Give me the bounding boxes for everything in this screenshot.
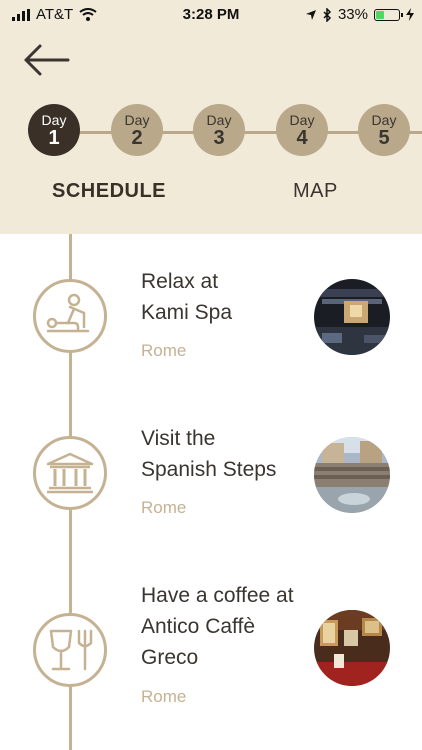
day-5-button[interactable]: Day 5 — [358, 104, 410, 156]
status-bar: AT&T 3:28 PM 33% — [0, 0, 422, 32]
tab-schedule[interactable]: SCHEDULE — [52, 180, 166, 203]
massage-icon — [33, 279, 107, 353]
item-title[interactable]: Have a coffee at Antico Caffè Greco — [141, 580, 294, 673]
spanish-steps-thumbnail[interactable] — [314, 437, 390, 513]
item-title[interactable]: Relax at Kami Spa — [141, 266, 232, 328]
item-location: Rome — [141, 341, 187, 360]
day-4-button[interactable]: Day 4 — [276, 104, 328, 156]
day-1-button[interactable]: Day 1 — [28, 104, 80, 156]
antico-caffe-greco-thumbnail[interactable] — [314, 610, 390, 686]
day-3-button[interactable]: Day 3 — [193, 104, 245, 156]
item-title[interactable]: Visit the Spanish Steps — [141, 423, 276, 485]
battery-icon — [374, 8, 403, 21]
item-location: Rome — [141, 687, 187, 706]
kami-spa-thumbnail[interactable] — [314, 279, 390, 355]
day-2-button[interactable]: Day 2 — [111, 104, 163, 156]
tab-map[interactable]: MAP — [293, 180, 338, 203]
item-location: Rome — [141, 498, 187, 517]
bluetooth-icon — [323, 7, 332, 22]
dining-icon — [33, 613, 107, 687]
charging-icon — [406, 8, 414, 21]
monument-icon — [33, 436, 107, 510]
location-arrow-icon — [305, 9, 316, 20]
back-button[interactable] — [22, 42, 72, 78]
battery-percent: 33% — [337, 6, 368, 23]
header: AT&T 3:28 PM 33% Day 1 Day 2 Day 3 Day 4 Day… — [0, 0, 422, 234]
arrow-left-icon — [24, 44, 70, 76]
